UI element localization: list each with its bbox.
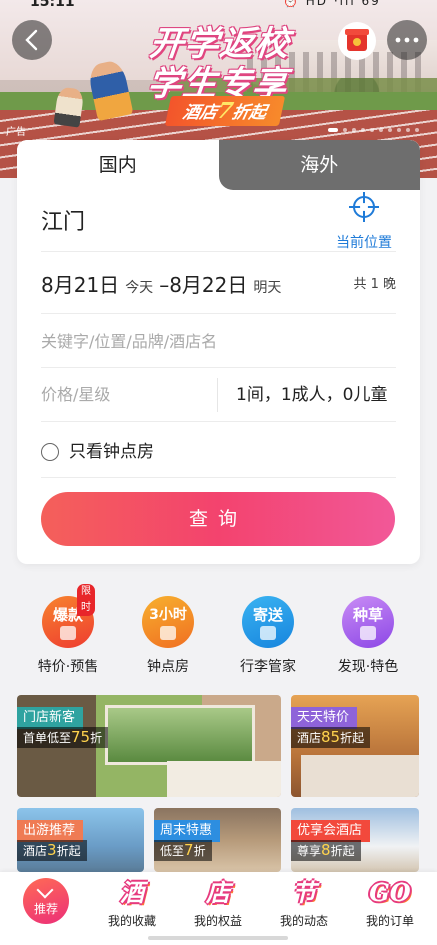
limited-time-badge: 限时 [77, 584, 95, 616]
tile-subtitle: 尊享8折起 [291, 840, 361, 861]
hourly-only-label: 只看钟点房 [69, 441, 154, 462]
quick-entry-luggage[interactable]: 寄送 行李管家 [228, 596, 308, 676]
tile-photo [105, 705, 255, 765]
hourly-only-toggle[interactable]: 只看钟点房 [41, 426, 396, 478]
city-name: 江门 [41, 210, 86, 235]
query-button[interactable]: 查询 [41, 492, 395, 546]
status-time: 15:11 [30, 0, 75, 10]
current-location-label: 当前位置 [336, 235, 392, 251]
tab-overseas[interactable]: 海外 [218, 140, 420, 190]
nav-orders[interactable]: GO 我的订单 [350, 878, 430, 929]
tile-title: 周末特惠 [154, 820, 221, 842]
locate-target-icon [349, 192, 379, 222]
red-packet-icon [345, 29, 369, 51]
carousel-dot [328, 128, 338, 132]
carousel-dot [397, 128, 401, 132]
nav-recommend[interactable]: 推荐 [6, 878, 86, 924]
orders-icon: GO [369, 878, 411, 907]
tile-travel-recommend[interactable]: 出游推荐 酒店3折起 [17, 808, 144, 872]
carousel-dot [379, 128, 383, 132]
favorites-icon: 酒 [120, 878, 144, 907]
red-packet-button[interactable] [338, 22, 376, 60]
promo-prefix: 酒店 [180, 103, 220, 123]
carousel-dot [388, 128, 392, 132]
quick-entry-label: 特价·预售 [37, 659, 99, 675]
tile-daily-special[interactable]: 天天特价 酒店85折起 [291, 695, 419, 797]
ad-tag: 广告 [6, 127, 26, 138]
status-icons: ⏰ HD ·ıll 69 [283, 0, 381, 8]
tile-subtitle: 酒店85折起 [291, 727, 371, 748]
benefits-icon: 店 [206, 878, 230, 907]
hotel-search-card: 国内 海外 江门 当前位置 8月21日 今天 –8月22日 明天 共 1 晚 关键字/… [17, 140, 420, 564]
carousel-dot [361, 128, 365, 132]
quick-entry-special-presale[interactable]: 爆款 限时 特价·预售 [28, 584, 108, 676]
divider [217, 378, 218, 412]
hotel-booking-page: 开学返校 学生专享 酒店7折起 广告 15:11 ⏰ HD ·ıll 69 国内… [0, 0, 437, 945]
nav-favorites[interactable]: 酒 我的收藏 [92, 878, 172, 929]
home-indicator [148, 936, 288, 940]
carousel-dot [415, 128, 419, 132]
tile-subtitle: 酒店3折起 [17, 840, 87, 861]
tile-subtitle: 首单低至75折 [17, 727, 109, 748]
tile-photo [301, 755, 419, 797]
quick-entry-label: 发现·特色 [337, 659, 399, 675]
price-star-selector[interactable]: 价格/星级 [41, 385, 110, 404]
bottom-nav: 推荐 酒 我的收藏 店 我的权益 节 我的动态 GO 我的订单 [0, 872, 437, 945]
quick-entry-label: 行李管家 [240, 659, 296, 675]
nav-label: 我的订单 [365, 914, 414, 928]
nav-label: 我的收藏 [107, 914, 156, 928]
tile-title: 天天特价 [291, 707, 358, 729]
more-dots-icon [395, 37, 419, 43]
status-bar: 15:11 ⏰ HD ·ıll 69 [0, 0, 437, 10]
carousel-indicator [328, 128, 419, 132]
back-button[interactable] [12, 20, 52, 60]
tile-new-customer[interactable]: 门店新客 首单低至75折 [17, 695, 281, 797]
carousel-dot [406, 128, 410, 132]
nav-activity[interactable]: 节 我的动态 [264, 878, 344, 929]
tab-domestic[interactable]: 国内 [17, 140, 219, 190]
check-out-date: 8月22日 [169, 273, 248, 297]
quick-entry-label: 钟点房 [147, 659, 189, 675]
date-selector[interactable]: 8月21日 今天 –8月22日 明天 共 1 晚 [41, 258, 396, 314]
date-dash: – [159, 273, 170, 297]
quick-entry-hourly-room[interactable]: 3小时 钟点房 [128, 596, 208, 676]
fire-icon: 爆款 限时 [42, 584, 95, 648]
room-guest-selector[interactable]: 1间，1成人，0儿童 [236, 368, 387, 422]
nights-count: 共 1 晚 [353, 277, 396, 292]
tile-photo [167, 761, 281, 797]
more-button[interactable] [387, 20, 427, 60]
check-in-label: 今天 [125, 280, 154, 296]
current-location-button[interactable]: 当前位置 [332, 192, 396, 264]
quick-entry-discover[interactable]: 种草 发现·特色 [328, 596, 408, 676]
recommend-chevron-icon: 推荐 [23, 878, 69, 924]
price-guest-row: 价格/星级 1间，1成人，0儿童 [41, 368, 396, 422]
tile-title: 优享会酒店 [291, 820, 371, 842]
promo-suffix: 折起 [230, 103, 269, 123]
keyword-input[interactable]: 关键字/位置/品牌/酒店名 [41, 316, 396, 368]
nav-label: 我的权益 [193, 914, 242, 928]
tile-title: 门店新客 [17, 707, 84, 729]
nav-label: 我的动态 [279, 914, 328, 928]
carousel-dot [370, 128, 374, 132]
carousel-dot [343, 128, 347, 132]
chevron-left-icon [25, 29, 38, 51]
banner-promo-ribbon: 酒店7折起 [164, 96, 286, 126]
luggage-icon: 寄送 [242, 596, 294, 648]
activity-icon: 节 [292, 878, 316, 907]
tile-subtitle: 低至7折 [154, 840, 212, 861]
quick-entries: 爆款 限时 特价·预售 3小时 钟点房 寄送 行李管家 种草 发现·特色 [0, 584, 437, 680]
tile-title: 出游推荐 [17, 820, 84, 842]
nav-benefits[interactable]: 店 我的权益 [178, 878, 258, 929]
tile-premium-hotel[interactable]: 优享会酒店 尊享8折起 [291, 808, 419, 872]
tile-weekend-deal[interactable]: 周末特惠 低至7折 [154, 808, 281, 872]
city-selector[interactable]: 江门 当前位置 [41, 192, 396, 252]
radio-icon[interactable] [41, 442, 59, 461]
cheese-icon: 种草 [342, 596, 394, 648]
carousel-dot [352, 128, 356, 132]
region-tabs: 国内 海外 [17, 140, 420, 190]
check-out-label: 明天 [253, 280, 282, 296]
check-in-date: 8月21日 [41, 273, 120, 297]
lightning-icon: 3小时 [142, 596, 194, 648]
